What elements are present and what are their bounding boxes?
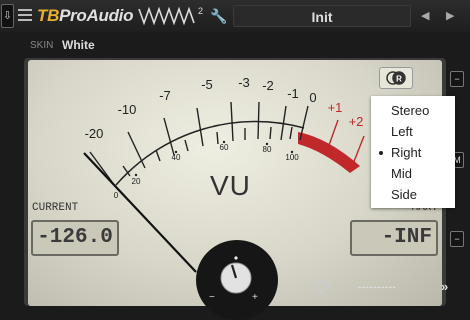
svg-text:R: R: [396, 75, 402, 84]
menu-item-left[interactable]: Left: [371, 121, 455, 142]
waveform-logo-icon: 2: [138, 6, 203, 26]
percent-label: 0: [114, 191, 119, 200]
status-placeholder: ----------: [358, 282, 397, 293]
crosshair-icon[interactable]: [311, 276, 331, 296]
preset-prev-button[interactable]: ◀: [421, 9, 429, 22]
channel-dropdown-menu: Stereo Left Right Mid Side: [371, 96, 455, 208]
menu-item-stereo[interactable]: Stereo: [371, 100, 455, 121]
channel-mode-button[interactable]: R: [379, 67, 413, 89]
scale-label: -20: [85, 126, 104, 141]
skin-value[interactable]: White: [62, 38, 95, 52]
menu-item-side[interactable]: Side: [371, 184, 455, 205]
percent-label: 20: [132, 177, 141, 186]
settings-wrench-icon[interactable]: 🔧: [210, 8, 227, 25]
red-zone: [298, 132, 360, 173]
brand-logo: TBProAudio: [37, 6, 134, 25]
meter-title: VU: [210, 170, 251, 201]
current-label: CURRENT: [32, 202, 79, 214]
percent-label: 40: [172, 153, 181, 162]
skin-label: SKIN: [30, 40, 54, 51]
down-arrow-icon: ⇩: [2, 10, 13, 22]
max-value-display[interactable]: -INF: [350, 220, 438, 256]
percent-label: 60: [220, 143, 229, 152]
menu-item-right[interactable]: Right: [371, 142, 455, 163]
side-button-bottom[interactable]: −: [450, 231, 464, 247]
plugin-menu-button[interactable]: ⇩: [1, 4, 14, 28]
selected-bullet-icon: [379, 151, 383, 155]
preset-next-button[interactable]: ▶: [446, 9, 454, 22]
scale-label: -3: [238, 75, 250, 90]
scale-label: -5: [201, 77, 213, 92]
scale-label: -1: [287, 86, 299, 101]
scale-label: +1: [328, 100, 343, 115]
preset-selector[interactable]: Init: [233, 5, 411, 27]
percent-label: 80: [263, 145, 272, 154]
scale-label: -10: [118, 102, 137, 117]
stereo-rings-icon: R: [386, 71, 406, 85]
scale-label: -2: [262, 78, 274, 93]
svg-text:2: 2: [198, 6, 203, 16]
increase-label: +: [252, 292, 258, 303]
percent-label: 100: [285, 153, 299, 162]
scale-label: 0: [309, 90, 316, 105]
hamburger-icon[interactable]: [18, 9, 32, 21]
decrease-label: −: [209, 292, 215, 303]
scale-label: +2: [349, 114, 364, 129]
expand-forward-button[interactable]: »: [441, 279, 448, 294]
side-button-top[interactable]: −: [450, 71, 464, 87]
scale-label: -7: [159, 88, 171, 103]
current-value-display: -126.0: [31, 220, 119, 256]
menu-item-mid[interactable]: Mid: [371, 163, 455, 184]
